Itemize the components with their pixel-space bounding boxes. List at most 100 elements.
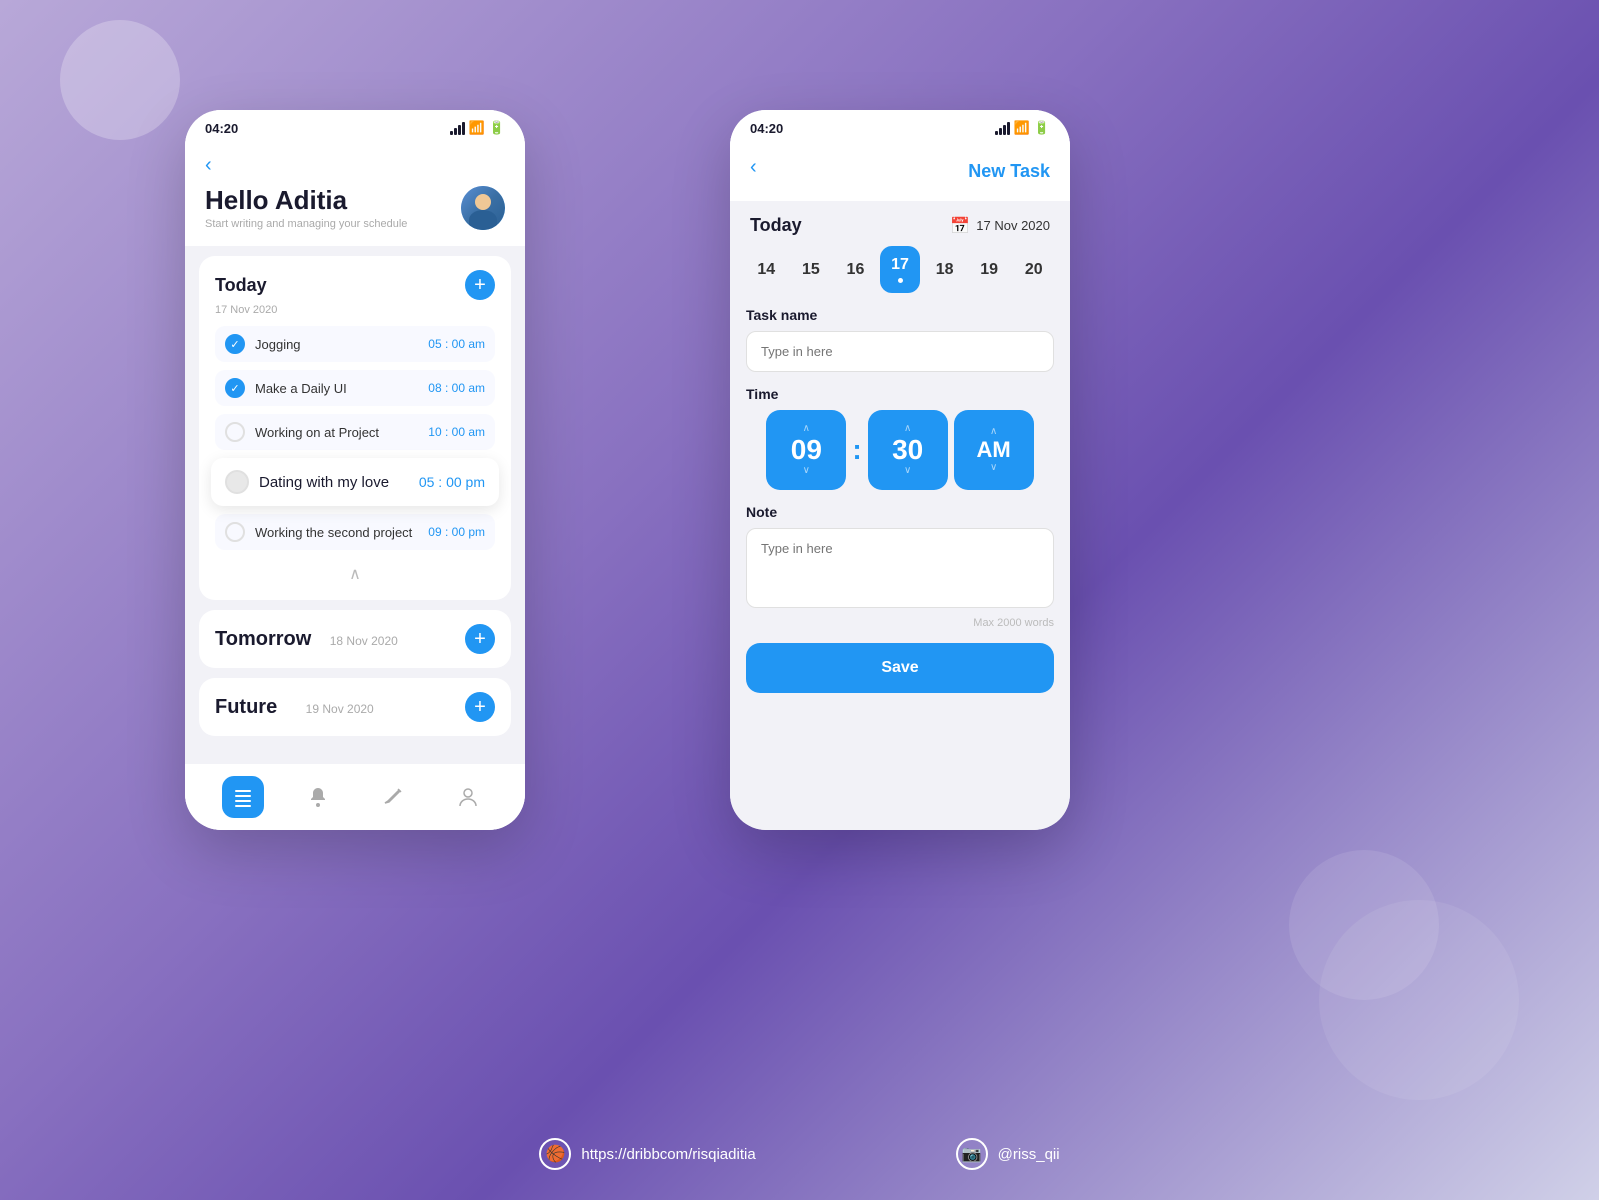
task-checkbox-4[interactable] <box>225 470 249 494</box>
task-name-1: Jogging <box>255 337 428 352</box>
dribbble-icon: 🏀 <box>539 1138 571 1170</box>
time-section: Time ∧ 09 ∨ : ∧ 30 ∨ ∧ AM <box>746 386 1054 490</box>
right-phone: 04:20 📶 🔋 ‹ New Task <box>730 110 1070 830</box>
list-icon <box>232 786 254 808</box>
future-section: Future 19 Nov 2020 + <box>199 678 511 736</box>
nav-list-button[interactable] <box>222 776 264 818</box>
today-label: Today <box>750 215 802 236</box>
instagram-handle: @riss_qii <box>998 1146 1060 1163</box>
cal-day-19[interactable]: 19 <box>969 246 1010 293</box>
add-today-button[interactable]: + <box>465 270 495 300</box>
edit-icon <box>382 786 404 808</box>
cal-day-17[interactable]: 17 <box>880 246 921 293</box>
right-status-time: 04:20 <box>750 121 783 136</box>
ampm-value: AM <box>977 437 1011 463</box>
right-back-button[interactable]: ‹ <box>750 156 757 179</box>
left-back-button[interactable]: ‹ <box>205 154 212 177</box>
task-item[interactable]: Working on at Project 10 : 00 am <box>215 414 495 450</box>
nav-profile-button[interactable] <box>447 776 489 818</box>
right-status-icons: 📶 🔋 <box>995 120 1050 136</box>
task-time-5: 09 : 00 pm <box>428 525 485 539</box>
task-item[interactable]: ✓ Jogging 05 : 00 am <box>215 326 495 362</box>
hello-title: Hello Aditia <box>205 185 407 216</box>
nav-bell-button[interactable] <box>297 776 339 818</box>
new-task-content: Today 📅 17 Nov 2020 14 15 16 17 <box>730 201 1070 830</box>
task-item[interactable]: Working the second project 09 : 00 pm <box>215 514 495 550</box>
ampm-block[interactable]: ∧ AM ∨ <box>954 410 1034 490</box>
future-title: Future <box>215 696 277 718</box>
new-task-title: New Task <box>968 161 1050 182</box>
tomorrow-header: Tomorrow 18 Nov 2020 + <box>215 624 495 654</box>
left-header-text: Hello Aditia Start writing and managing … <box>205 185 407 230</box>
task-name-4: Dating with my love <box>259 474 419 491</box>
new-task-title-row: ‹ New Task <box>750 156 1050 187</box>
save-button[interactable]: Save <box>746 643 1054 693</box>
wifi-icon: 📶 <box>469 120 485 136</box>
signal-icon <box>450 122 465 135</box>
add-future-button[interactable]: + <box>465 692 495 722</box>
left-header-row: Hello Aditia Start writing and managing … <box>205 185 505 230</box>
note-hint: Max 2000 words <box>746 617 1054 629</box>
task-name-2: Make a Daily UI <box>255 381 428 396</box>
tomorrow-title: Tomorrow <box>215 628 311 650</box>
task-name-label: Task name <box>746 307 1054 323</box>
future-date: 19 Nov 2020 <box>306 702 374 716</box>
note-label: Note <box>746 504 1054 520</box>
left-phone-screen: 04:20 📶 🔋 ‹ Hello Aditia Start writing a… <box>185 110 525 830</box>
time-label: Time <box>746 386 1054 402</box>
task-checkbox-5[interactable] <box>225 522 245 542</box>
cal-day-16[interactable]: 16 <box>835 246 876 293</box>
cal-day-18[interactable]: 18 <box>924 246 965 293</box>
footer: 🏀 https://dribbcom/risqiaditia 📷 @riss_q… <box>0 1138 1599 1170</box>
add-tomorrow-button[interactable]: + <box>465 624 495 654</box>
bottom-nav <box>185 764 525 830</box>
avatar-image <box>461 186 505 230</box>
task-checkbox-3[interactable] <box>225 422 245 442</box>
hours-block[interactable]: ∧ 09 ∨ <box>766 410 846 490</box>
collapse-icon[interactable]: ∧ <box>349 564 361 584</box>
time-picker: ∧ 09 ∨ : ∧ 30 ∨ ∧ AM ∨ <box>746 410 1054 490</box>
battery-icon: 🔋 <box>489 120 505 136</box>
today-header: Today + <box>215 270 495 300</box>
right-wifi-icon: 📶 <box>1014 120 1030 136</box>
cal-day-20[interactable]: 20 <box>1013 246 1054 293</box>
left-status-time: 04:20 <box>205 121 238 136</box>
note-input[interactable] <box>746 528 1054 608</box>
task-item[interactable]: ✓ Make a Daily UI 08 : 00 am <box>215 370 495 406</box>
today-title: Today <box>215 275 267 296</box>
left-phone-content[interactable]: Today + 17 Nov 2020 ✓ Jogging 05 : 00 am… <box>185 246 525 764</box>
task-checkbox-2[interactable]: ✓ <box>225 378 245 398</box>
right-phone-screen: 04:20 📶 🔋 ‹ New Task <box>730 110 1070 830</box>
date-badge: 📅 17 Nov 2020 <box>950 216 1050 236</box>
cal-day-15[interactable]: 15 <box>791 246 832 293</box>
dribbble-link: 🏀 https://dribbcom/risqiaditia <box>539 1138 755 1170</box>
left-status-icons: 📶 🔋 <box>450 120 505 136</box>
note-field-group: Note Max 2000 words <box>746 504 1054 629</box>
minutes-block[interactable]: ∧ 30 ∨ <box>868 410 948 490</box>
task-name-field-group: Task name <box>746 307 1054 386</box>
minutes-value: 30 <box>892 434 923 466</box>
tomorrow-section: Tomorrow 18 Nov 2020 + <box>199 610 511 668</box>
instagram-icon: 📷 <box>956 1138 988 1170</box>
task-name-input[interactable] <box>746 331 1054 372</box>
user-avatar <box>461 186 505 230</box>
hours-value: 09 <box>791 434 822 466</box>
task-name-5: Working the second project <box>255 525 428 540</box>
user-icon <box>457 786 479 808</box>
right-status-bar: 04:20 📶 🔋 <box>730 110 1070 142</box>
today-date: 17 Nov 2020 <box>215 304 495 316</box>
time-colon: : <box>852 434 861 466</box>
task-time-4: 05 : 00 pm <box>419 474 485 490</box>
today-section: Today + 17 Nov 2020 ✓ Jogging 05 : 00 am… <box>199 256 511 600</box>
tomorrow-title-group: Tomorrow 18 Nov 2020 <box>215 628 398 651</box>
bg-decoration-circle-1 <box>60 20 180 140</box>
bg-decoration-circle-3 <box>1289 850 1439 1000</box>
instagram-link: 📷 @riss_qii <box>956 1138 1060 1170</box>
cal-day-14[interactable]: 14 <box>746 246 787 293</box>
new-task-header: ‹ New Task <box>730 142 1070 201</box>
bell-icon <box>307 786 329 808</box>
task-item-highlighted[interactable]: Dating with my love 05 : 00 pm <box>211 458 499 506</box>
task-checkbox-1[interactable]: ✓ <box>225 334 245 354</box>
future-title-group: Future 19 Nov 2020 <box>215 696 374 719</box>
nav-edit-button[interactable] <box>372 776 414 818</box>
